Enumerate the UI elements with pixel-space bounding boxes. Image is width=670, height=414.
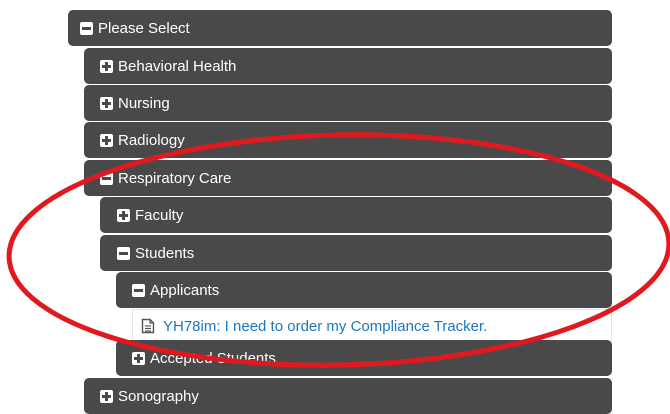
plus-square-icon[interactable] [100, 389, 113, 403]
tree-node-label: Please Select [98, 19, 190, 37]
tree-node-sonography[interactable]: Sonography [84, 378, 612, 414]
minus-square-icon[interactable] [80, 21, 93, 35]
tree-node-label: Applicants [150, 281, 220, 299]
tree-node-radiology[interactable]: Radiology [84, 122, 612, 158]
minus-square-icon[interactable] [132, 283, 145, 297]
compliance-tracker-link[interactable]: YH78im: I need to order my Compliance Tr… [163, 318, 487, 335]
tree-node-applicants[interactable]: Applicants [116, 272, 612, 308]
tree-node-label: Accepted Students [150, 349, 276, 367]
tree-node-label: Nursing [118, 94, 170, 112]
tree-node-students[interactable]: Students [100, 235, 612, 271]
tree-node-faculty[interactable]: Faculty [100, 197, 612, 233]
document-icon [141, 318, 155, 334]
plus-square-icon[interactable] [132, 351, 145, 365]
tree-node-behavioral-health[interactable]: Behavioral Health [84, 48, 612, 84]
minus-square-icon[interactable] [100, 171, 113, 185]
tree-leaf-document[interactable]: YH78im: I need to order my Compliance Tr… [132, 309, 612, 343]
tree-node-nursing[interactable]: Nursing [84, 85, 612, 121]
plus-square-icon[interactable] [100, 96, 113, 110]
tree-node-label: Faculty [135, 206, 184, 224]
tree-node-accepted-students[interactable]: Accepted Students [116, 340, 612, 376]
tree-node-please-select[interactable]: Please Select [68, 10, 612, 46]
tree-node-label: Sonography [118, 387, 199, 405]
minus-square-icon[interactable] [117, 246, 130, 260]
tree-node-label: Radiology [118, 131, 185, 149]
plus-square-icon[interactable] [117, 208, 130, 222]
tree-node-label: Behavioral Health [118, 57, 237, 75]
plus-square-icon[interactable] [100, 59, 113, 73]
tree-node-label: Students [135, 244, 195, 262]
tree-node-respiratory-care[interactable]: Respiratory Care [84, 160, 612, 196]
tree-node-label: Respiratory Care [118, 169, 232, 187]
plus-square-icon[interactable] [100, 133, 113, 147]
